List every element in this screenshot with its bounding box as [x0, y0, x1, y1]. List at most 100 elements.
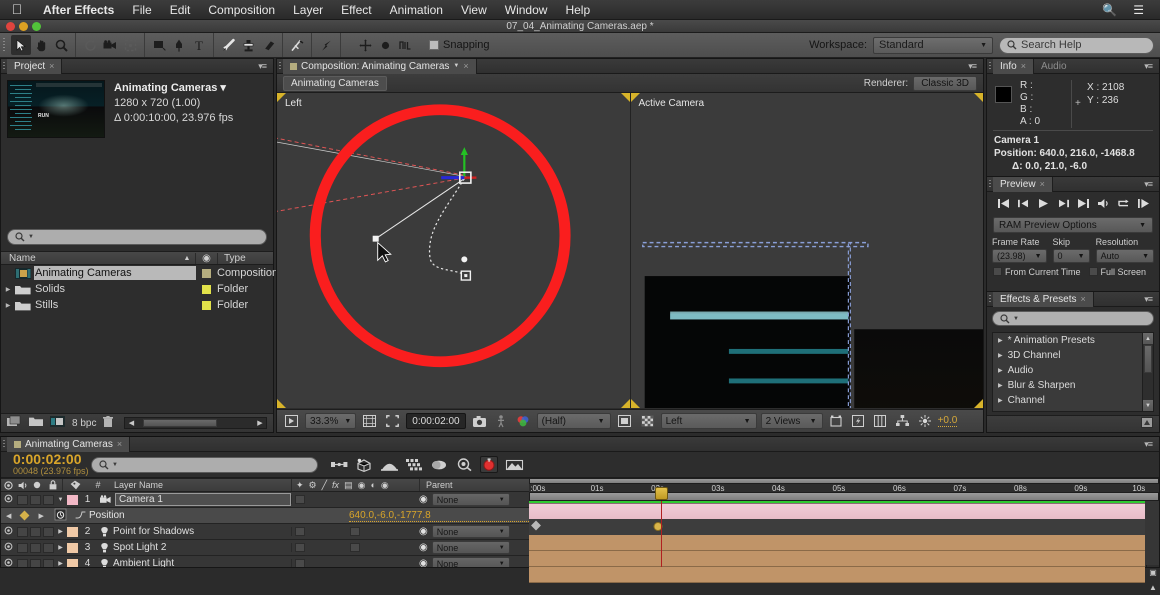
parent-select[interactable]: None ▼	[431, 541, 510, 554]
layer-name-header[interactable]: Layer Name	[108, 479, 291, 491]
project-item-animating-cameras[interactable]: Animating Cameras Composition	[1, 265, 278, 281]
twirl-icon[interactable]: ▼	[54, 497, 67, 503]
menu-help[interactable]: Help	[556, 3, 599, 17]
scroll-left-icon[interactable]: ◀	[125, 419, 137, 427]
project-item-stills[interactable]: ▶ Stills Folder	[1, 297, 273, 313]
property-value[interactable]: 640.0,-6.0,-1777.8	[349, 510, 529, 522]
parent-select[interactable]: None ▼	[431, 525, 510, 538]
effects-item-cinema-4d[interactable]: ▶CINEMA 4D	[993, 408, 1153, 411]
local-axis-icon[interactable]	[375, 35, 395, 55]
parent-pickwhip-icon[interactable]: ◉	[419, 526, 428, 537]
apple-icon[interactable]: 	[0, 2, 34, 18]
timeline-layer-spot-light-2[interactable]: ▶ 3 Spot Light 2 ◉ None ▼	[1, 540, 529, 556]
resolution-select[interactable]: (Half) ▼	[536, 413, 611, 429]
lock-toggle[interactable]	[43, 558, 54, 567]
current-time-indicator[interactable]	[655, 487, 669, 567]
graph-icon[interactable]	[71, 510, 89, 521]
column-type[interactable]: Type	[217, 252, 273, 264]
menu-file[interactable]: File	[123, 3, 160, 17]
layer-label-color[interactable]	[67, 558, 78, 567]
choose-grid-guides-icon[interactable]	[360, 413, 379, 429]
project-comp-name[interactable]: Animating Cameras ▾	[114, 81, 233, 96]
sort-ascending-icon[interactable]: ▲	[179, 255, 195, 262]
track-point-for-shadows[interactable]	[529, 535, 1145, 551]
puppet-pin-tool[interactable]	[316, 35, 336, 55]
tab-audio[interactable]: Audio	[1034, 59, 1074, 74]
timeline-search-input[interactable]: ▼	[91, 456, 318, 473]
audio-toggle[interactable]	[17, 526, 28, 537]
twirl-icon[interactable]: ▶	[54, 528, 67, 535]
text-tool[interactable]: T	[189, 35, 209, 55]
twirl-icon[interactable]: ▶	[54, 560, 67, 567]
cti-handle[interactable]	[655, 487, 669, 500]
parent-header[interactable]: Parent	[419, 479, 529, 491]
effects-header-icon[interactable]: fx	[332, 480, 339, 490]
layer-name-cell[interactable]: Spot Light 2	[97, 542, 291, 553]
timeline-work-area-bar[interactable]	[529, 492, 1159, 501]
panel-menu-icon[interactable]: ▾≡	[258, 61, 273, 72]
project-horizontal-scrollbar[interactable]: ◀ ▶	[124, 417, 267, 429]
menu-animation[interactable]: Animation	[381, 3, 452, 17]
loop-icon[interactable]	[1115, 196, 1132, 211]
parent-select[interactable]: None ▼	[431, 557, 510, 567]
tab-composition[interactable]: Composition: Animating Cameras ▼ ×	[283, 58, 477, 74]
scroll-up-icon[interactable]: ▲	[1143, 333, 1153, 344]
close-icon[interactable]: ×	[463, 61, 468, 71]
adjustment-header-icon[interactable]: ◐	[370, 480, 375, 490]
menu-layer[interactable]: Layer	[284, 3, 332, 17]
full-screen-checkbox[interactable]: Full Screen	[1088, 267, 1146, 277]
exposure-value[interactable]: +0.0	[937, 415, 958, 427]
lock-toggle[interactable]	[43, 494, 54, 505]
tab-effects-presets[interactable]: Effects & Presets ×	[993, 291, 1094, 307]
effects-item-audio[interactable]: ▶ Audio	[993, 363, 1153, 378]
search-icon[interactable]: 🔍	[1094, 3, 1125, 17]
scroll-right-icon[interactable]: ▶	[254, 419, 266, 427]
stopwatch-icon[interactable]	[49, 508, 71, 522]
lock-switch-header-icon[interactable]	[44, 479, 62, 491]
fast-previews-icon[interactable]	[849, 413, 867, 429]
parent-pickwhip-icon[interactable]: ◉	[419, 542, 428, 553]
shy-switch[interactable]	[295, 543, 305, 552]
close-icon[interactable]: ×	[1021, 61, 1026, 71]
toolbar-grip[interactable]	[0, 33, 7, 57]
menu-edit[interactable]: Edit	[161, 3, 200, 17]
last-frame-icon[interactable]	[1075, 196, 1092, 211]
solo-toggle[interactable]	[30, 558, 41, 567]
timeline-ruler[interactable]: :00s 01s 02s 03s 04s 05s 06s 07s 08s 09s…	[529, 478, 1159, 493]
delete-icon[interactable]	[103, 415, 114, 431]
pan-behind-tool[interactable]	[120, 35, 140, 55]
timeline-layer-ambient-light[interactable]: ▶ 4 Ambient Light ◉ None ▼	[1, 556, 529, 567]
keyframe-navigator[interactable]: ◀ ▶	[1, 510, 49, 521]
track-ambient-light[interactable]	[529, 567, 1145, 583]
solo-switch-header-icon[interactable]	[30, 479, 44, 491]
shape-tool[interactable]	[149, 35, 169, 55]
track-spot-light-2[interactable]	[529, 551, 1145, 567]
effects-item-3d-channel[interactable]: ▶ 3D Channel	[993, 348, 1153, 363]
frame-blend-header-icon[interactable]: ▤	[344, 480, 353, 491]
twirl-icon[interactable]: ▶	[54, 544, 67, 551]
panel-menu-icon[interactable]: ▾≡	[1144, 179, 1159, 190]
region-of-interest-icon[interactable]	[383, 413, 402, 429]
frame-blending-icon[interactable]	[405, 456, 423, 473]
current-time-display[interactable]: 0:00:02:00	[406, 413, 466, 429]
show-snapshot-icon[interactable]	[493, 413, 509, 429]
prev-frame-icon[interactable]	[1015, 196, 1032, 211]
eraser-tool[interactable]	[258, 35, 278, 55]
close-icon[interactable]: ×	[49, 61, 54, 71]
timeline-layer-point-for-shadows[interactable]: ▶ 2 Point for Shadows ◉ None ▼	[1, 524, 529, 540]
motion-blur-header-icon[interactable]: ◉	[358, 480, 366, 491]
tab-timeline-animating-cameras[interactable]: Animating Cameras ×	[7, 436, 131, 452]
channel-and-color-icon[interactable]	[513, 413, 533, 429]
camera-tool[interactable]	[100, 35, 120, 55]
menu-effect[interactable]: Effect	[332, 3, 380, 17]
menu-after-effects[interactable]: After Effects	[34, 3, 123, 17]
always-preview-this-view-icon[interactable]	[282, 413, 301, 429]
frame-rate-select[interactable]: (23.98) ▼	[992, 249, 1047, 263]
hand-tool[interactable]	[31, 35, 51, 55]
close-icon[interactable]: ×	[117, 439, 122, 449]
audio-icon[interactable]	[1095, 196, 1112, 211]
audio-toggle[interactable]	[17, 558, 28, 567]
auto-keyframe-icon[interactable]	[480, 456, 498, 473]
effects-item-blur-sharpen[interactable]: ▶ Blur & Sharpen	[993, 378, 1153, 393]
timeline-layer-camera-1[interactable]: ▼ 1 Camera 1 ◉ None ▼	[1, 492, 529, 508]
